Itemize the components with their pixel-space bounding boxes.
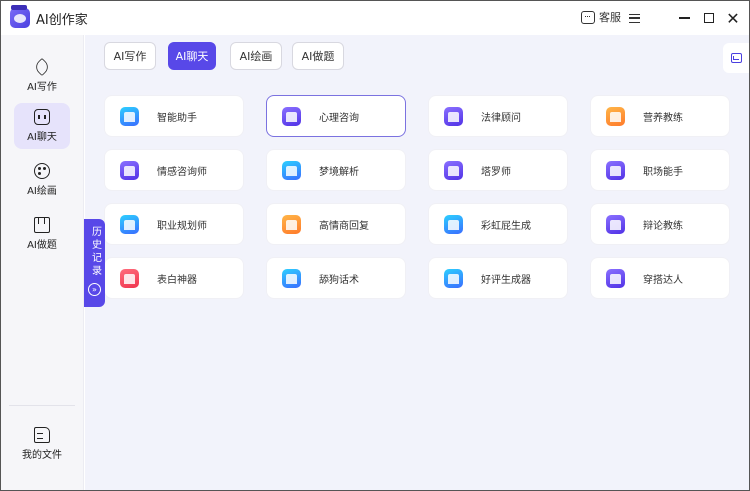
close-icon: ✕ [726, 8, 740, 28]
app-logo-icon [10, 5, 30, 28]
assistant-icon [120, 215, 139, 234]
assistant-card[interactable]: 法律顾问 [428, 95, 568, 137]
assistant-icon [120, 269, 139, 288]
assistant-card[interactable]: 职场能手 [590, 149, 730, 191]
maximize-button[interactable] [701, 10, 717, 26]
sidebar-divider [9, 405, 75, 406]
assistant-icon [606, 161, 625, 180]
sidebar-item-label: 我的文件 [22, 450, 62, 461]
assistant-card-label: 智能助手 [157, 113, 197, 124]
minimize-icon [678, 17, 690, 19]
title-bar: AI创作家 客服 ✕ [1, 1, 749, 35]
palette-icon [34, 163, 50, 179]
sidebar-item-label: AI聊天 [27, 132, 57, 143]
assistant-card[interactable]: 彩虹屁生成 [428, 203, 568, 245]
assistant-card-label: 舔狗话术 [319, 275, 359, 286]
assistant-card[interactable]: 塔罗师 [428, 149, 568, 191]
assistant-card[interactable]: 心理咨询 [266, 95, 406, 137]
file-icon [34, 427, 50, 443]
assistant-card[interactable]: 辩论教练 [590, 203, 730, 245]
assistant-card[interactable]: 职业规划师 [104, 203, 244, 245]
tab-ai-writing[interactable]: AI写作 [104, 42, 156, 70]
assistant-card-label: 职业规划师 [157, 221, 207, 232]
assistant-icon [282, 161, 301, 180]
customer-service-label: 客服 [599, 11, 621, 24]
assistant-card-label: 塔罗师 [481, 167, 511, 178]
assistant-card-label: 穿搭达人 [643, 275, 683, 286]
sidebar-item-ai-homework[interactable]: AI做题 [14, 211, 70, 257]
assistant-card[interactable]: 舔狗话术 [266, 257, 406, 299]
menu-icon [628, 13, 640, 23]
assistant-card[interactable]: 好评生成器 [428, 257, 568, 299]
assistant-icon [606, 107, 625, 126]
assistant-card[interactable]: 穿搭达人 [590, 257, 730, 299]
assistant-card-label: 彩虹屁生成 [481, 221, 531, 232]
assistant-icon [444, 107, 463, 126]
assistant-card-label: 高情商回复 [319, 221, 369, 232]
tab-bar: AI写作 AI聊天 AI绘画 AI做题 [85, 35, 749, 77]
assistant-icon [282, 269, 301, 288]
assistant-card-label: 职场能手 [643, 167, 683, 178]
assistant-card-label: 好评生成器 [481, 275, 531, 286]
assistant-card[interactable]: 梦境解析 [266, 149, 406, 191]
assistant-icon [606, 269, 625, 288]
assistant-icon [444, 215, 463, 234]
history-label: 历史记录 [89, 226, 101, 278]
book-icon [34, 217, 50, 233]
app-title: AI创作家 [36, 13, 88, 28]
assistant-card[interactable]: 智能助手 [104, 95, 244, 137]
maximize-icon [704, 13, 714, 23]
chat-bot-icon [34, 109, 50, 125]
history-tab[interactable]: 历史记录 » [84, 219, 105, 307]
assistant-card-label: 法律顾问 [481, 113, 521, 124]
assistant-card-label: 情感咨询师 [157, 167, 207, 178]
sidebar-item-label: AI做题 [27, 240, 57, 251]
collapse-panel-button[interactable] [723, 43, 749, 73]
assistant-icon [282, 215, 301, 234]
sidebar-item-ai-chat[interactable]: AI聊天 [14, 103, 70, 149]
sidebar-item-label: AI绘画 [27, 186, 57, 197]
sidebar-item-my-files[interactable]: 我的文件 [12, 421, 72, 467]
assistant-icon [606, 215, 625, 234]
minimize-button[interactable] [676, 10, 692, 26]
sidebar-item-ai-writing[interactable]: AI写作 [14, 53, 70, 99]
customer-service-button[interactable]: 客服 [581, 9, 621, 25]
sidebar-item-ai-painting[interactable]: AI绘画 [14, 157, 70, 203]
main-panel: AI写作 AI聊天 AI绘画 AI做题 智能助手 心理咨询 法律顾问 营养教练情感咨询… [85, 35, 749, 490]
return-arrow-icon [730, 53, 742, 63]
assistant-icon [120, 161, 139, 180]
assistant-card-label: 营养教练 [643, 113, 683, 124]
assistant-card-label: 心理咨询 [319, 113, 359, 124]
sidebar: AI写作 AI聊天 AI绘画 AI做题 我的文件 [1, 35, 84, 490]
pen-icon [32, 57, 52, 77]
assistant-icon [444, 269, 463, 288]
chat-bubble-icon [581, 10, 595, 24]
assistant-card[interactable]: 营养教练 [590, 95, 730, 137]
assistant-card[interactable]: 高情商回复 [266, 203, 406, 245]
tab-ai-homework[interactable]: AI做题 [292, 42, 344, 70]
assistant-icon [282, 107, 301, 126]
app-window: AI创作家 客服 ✕ AI写作 AI聊天 AI绘画 AI做题 我的文件 AI写作… [0, 0, 750, 491]
assistant-card-label: 表白神器 [157, 275, 197, 286]
menu-button[interactable] [626, 10, 642, 26]
sidebar-item-label: AI写作 [27, 82, 57, 93]
double-chevron-right-icon: » [88, 283, 101, 296]
assistant-icon [120, 107, 139, 126]
assistant-icon [444, 161, 463, 180]
close-button[interactable]: ✕ [725, 8, 741, 28]
assistant-card[interactable]: 情感咨询师 [104, 149, 244, 191]
assistant-card-label: 辩论教练 [643, 221, 683, 232]
tab-ai-painting[interactable]: AI绘画 [230, 42, 282, 70]
assistant-card-label: 梦境解析 [319, 167, 359, 178]
assistant-card[interactable]: 表白神器 [104, 257, 244, 299]
tab-ai-chat[interactable]: AI聊天 [168, 42, 216, 70]
